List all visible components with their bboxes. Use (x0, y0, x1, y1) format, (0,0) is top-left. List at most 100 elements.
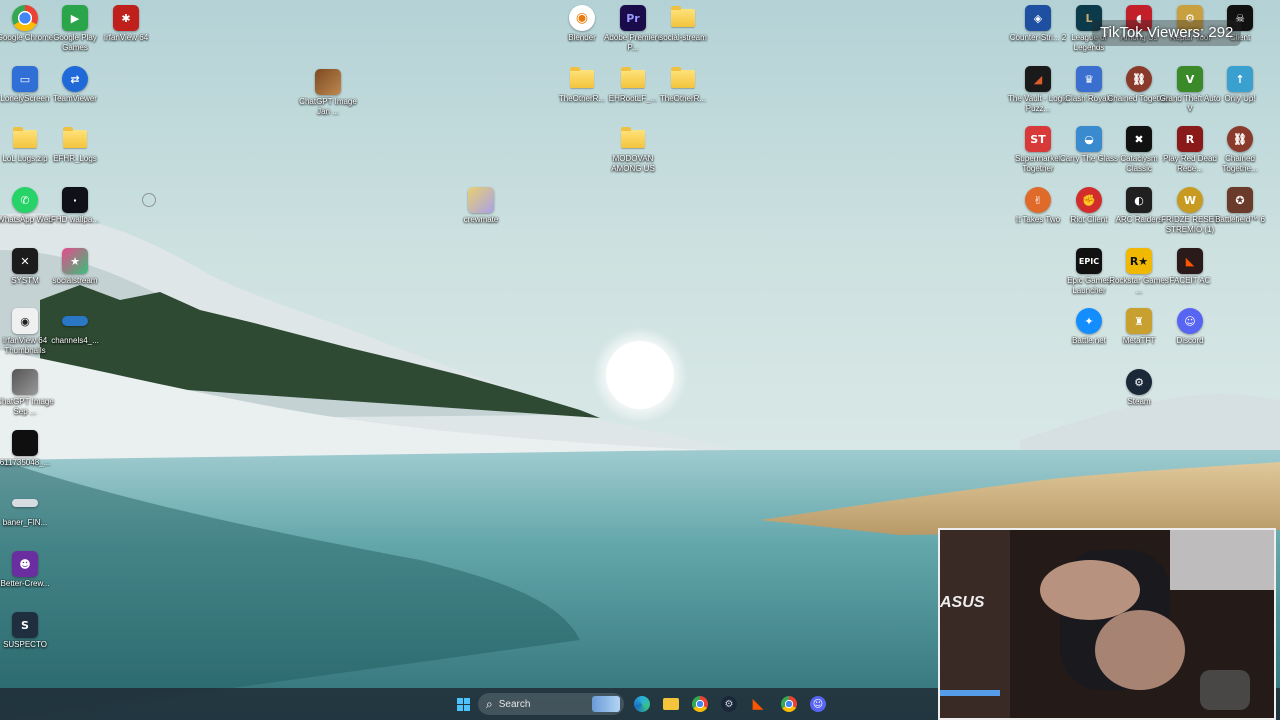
desktop-icon-teamviewer[interactable]: ⇄ TeamViewer (47, 66, 103, 104)
edge-button[interactable] (631, 693, 653, 715)
icon-label: Chained Togethe... (1222, 154, 1258, 173)
desktop-icon-rockstar-games[interactable]: R★ Rockstar Games ... (1109, 248, 1169, 296)
only-up-icon: ↑ (1227, 66, 1253, 92)
desktop-icon-google-play-games[interactable]: ▶ Google Play Games (47, 5, 103, 53)
desktop-icon-battlefield-6[interactable]: ✪ Battlefield™ 6 (1212, 187, 1268, 225)
desktop-icon-611735048[interactable]: 611735048_... (0, 430, 53, 468)
file-explorer-button[interactable] (660, 693, 682, 715)
chained-together-icon: ⛓ (1126, 66, 1152, 92)
chained-together-icon: ⛓ (1227, 126, 1253, 152)
it-takes-two-icon: ✌ (1025, 187, 1051, 213)
folder-icon (13, 127, 37, 148)
desktop-icon-fridze-reset-stremio[interactable]: W FRIDZE RESET STREMIO (1) (1161, 187, 1219, 235)
image-file-icon (12, 430, 38, 456)
suspecto-icon: S (12, 612, 38, 638)
chrome-icon (781, 696, 797, 712)
blender-icon: ◉ (569, 5, 595, 31)
desktop-icon-irfanview-thumbnails[interactable]: ◉ IrfanView 64 Thumbnails (0, 308, 53, 356)
desktop-icon-efhr-logs[interactable]: EFHR_Logs (47, 126, 103, 164)
discord-icon: ☺ (1177, 308, 1203, 334)
desktop-icon-modovan-among-us-folder[interactable]: MODOVAN AMONG US (605, 126, 661, 174)
desktop-icon-irfanview-64[interactable]: ✱ IrfanView 64 (98, 5, 154, 43)
desktop-icon-the-vault[interactable]: ◢ The Vault - Logic Puzz... (1008, 66, 1068, 114)
icon-label: baner_FIN... (2, 518, 48, 527)
desktop-icon-supermarket-together[interactable]: ST Supermarket Together (1010, 126, 1066, 174)
icon-label: FHD wallpa... (50, 215, 99, 224)
icon-label: IrfanView 64 (103, 33, 149, 42)
cursor-ring (142, 193, 156, 207)
desktop-icon-channels4[interactable]: channels4_... (47, 308, 103, 346)
desktop-icon-suspecto[interactable]: S SUSPECTO (0, 612, 53, 650)
icon-label: crewmate (463, 215, 499, 224)
riot-client-icon: ✊ (1076, 187, 1102, 213)
supermarket-icon: ST (1025, 126, 1051, 152)
image-file-icon (62, 316, 88, 326)
discord-icon: ☺ (810, 696, 826, 712)
desktop-icon-chatgpt-image-jan[interactable]: ChatGPT Image Jan ... (299, 69, 357, 117)
icon-label: Battlefield™ 6 (1215, 215, 1265, 224)
chrome-profile-button[interactable] (778, 693, 800, 715)
chrome-icon (12, 5, 38, 31)
icon-label: TeamViewer (53, 94, 97, 103)
vault-icon: ◢ (1025, 66, 1051, 92)
socialstream-icon: ★ (62, 248, 88, 274)
chrome-button[interactable] (689, 693, 711, 715)
icon-label: channels4_... (51, 336, 99, 345)
steam-button[interactable]: ⚙ (718, 693, 740, 715)
tiktok-viewers-counter: TikTok Viewers: 292 (1092, 20, 1242, 46)
folder-icon (671, 6, 695, 27)
icon-label: 611735048_... (0, 458, 51, 467)
desktop-icon-gta-v[interactable]: V Grand Theft Auto V (1160, 66, 1220, 114)
folder-icon (663, 698, 679, 710)
start-button[interactable] (452, 693, 474, 715)
icon-label: Steam (1127, 397, 1151, 406)
icon-label: ChatGPT Image Jan ... (299, 97, 357, 116)
play-games-icon: ▶ (62, 5, 88, 31)
clash-royale-icon: ♛ (1076, 66, 1102, 92)
search-label: Search (498, 698, 531, 710)
desktop-icon-only-up[interactable]: ↑ Only Up! (1212, 66, 1268, 104)
search-icon: ⌕ (486, 696, 493, 711)
image-file-icon (315, 69, 341, 95)
desktop-icon-socialstream[interactable]: ★ socialstream (47, 248, 103, 286)
icon-label: Better-Crew... (0, 579, 50, 588)
desktop-icon-baner-fin[interactable]: baner_FIN... (0, 490, 53, 528)
desktop-icon-crewmate[interactable]: crewmate (453, 187, 509, 225)
desktop-icon-faceit-ac[interactable]: ◣ FACEIT AC (1162, 248, 1218, 286)
icon-label: EFHR_Logs (53, 154, 97, 163)
desktop-icon-better-crew[interactable]: ☻ Better-Crew... (0, 551, 53, 589)
gta-icon: V (1177, 66, 1203, 92)
webcam-overlay: ASUS (938, 528, 1276, 720)
desktop-icon-discord[interactable]: ☺ Discord (1162, 308, 1218, 346)
desktop-icon-social-stream-folder[interactable]: social-stream (655, 5, 711, 43)
icon-label: TheOtherR... (659, 94, 707, 103)
better-crew-icon: ☻ (12, 551, 38, 577)
icon-label: SUSPECTO (3, 640, 47, 649)
windows-icon (456, 697, 470, 711)
desktop-icon-chained-together-2[interactable]: ⛓ Chained Togethe... (1212, 126, 1268, 174)
faceit-icon: ◣ (1177, 248, 1203, 274)
desktop-icon-fhd-wallpaper[interactable]: · FHD wallpa... (47, 187, 103, 225)
whatsapp-icon: ✆ (12, 187, 38, 213)
metatft-icon: ♜ (1126, 308, 1152, 334)
lonelyscreen-icon: ▭ (12, 66, 38, 92)
irfanview-icon: ✱ (113, 5, 139, 31)
icon-label: FACEIT AC (1169, 276, 1211, 285)
search-box[interactable]: ⌕ Search (478, 693, 624, 715)
systm-icon: ✕ (12, 248, 38, 274)
folder-icon (621, 67, 645, 88)
desktop-icon-adobe-premiere[interactable]: Pr Adobe Premiere P... (604, 5, 662, 53)
image-file-icon (468, 187, 494, 213)
discord-button[interactable]: ☺ (807, 693, 829, 715)
image-file-icon: · (62, 187, 88, 213)
desktop-icon-theotherr-folder-2[interactable]: TheOtherR... (655, 66, 711, 104)
desktop-icon-chatgpt-image-sep[interactable]: ChatGPT Image Sep ... (0, 369, 54, 417)
carry-glass-icon: ◒ (1076, 126, 1102, 152)
folder-icon (671, 67, 695, 88)
search-highlight-icon (592, 696, 620, 712)
faceit-button[interactable]: ◣ (747, 693, 769, 715)
epic-games-icon: EPIC (1076, 248, 1102, 274)
faceit-icon: ◣ (752, 696, 764, 712)
rockstar-icon: R★ (1126, 248, 1152, 274)
desktop-icon-steam[interactable]: ⚙ Steam (1111, 369, 1167, 407)
